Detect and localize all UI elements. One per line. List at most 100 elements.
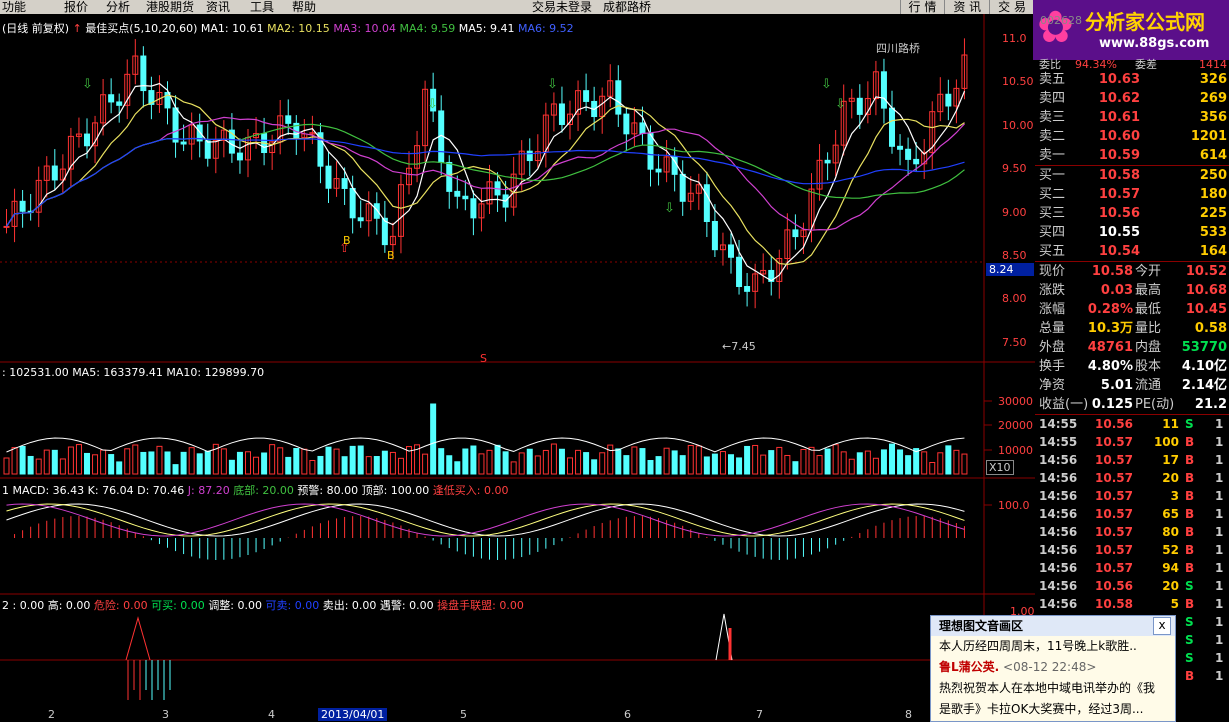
volume-bar xyxy=(558,448,565,475)
volume-bar xyxy=(470,445,477,475)
stat-label: 量比 xyxy=(1135,321,1162,336)
stat-label: 今开 xyxy=(1135,264,1162,279)
volume-bar xyxy=(695,445,702,475)
stat-row: 总量 10.3万 量比 0.58 xyxy=(1035,319,1229,338)
tick-price: 10.57 xyxy=(1095,453,1133,467)
ask-volume: 614 xyxy=(1199,148,1227,163)
volume-bar xyxy=(478,453,485,475)
popup-time: <08-12 22:48> xyxy=(1003,660,1097,674)
close-icon[interactable]: x xyxy=(1153,617,1171,635)
indicator-header: 2 : 0.00 高: 0.00 危险: 0.00 可买: 0.00 调整: 0… xyxy=(2,597,524,613)
volume-bar xyxy=(43,449,50,475)
volume-bar xyxy=(550,443,557,475)
candle-body xyxy=(19,200,26,212)
candle-body xyxy=(357,217,364,222)
overlay-stock-name: 四川路桥 xyxy=(876,42,920,55)
volume-bar xyxy=(51,449,58,475)
volume-bar xyxy=(591,459,598,475)
volume-bar xyxy=(92,454,99,475)
flower-icon: ✿ xyxy=(1037,2,1074,53)
volume-ma-line xyxy=(6,437,965,453)
candle-body xyxy=(897,145,904,150)
buy-mark-1: B xyxy=(343,234,351,247)
candle-body xyxy=(84,133,90,147)
tick-volume: 52 xyxy=(1162,543,1179,557)
volume-bar xyxy=(75,444,82,475)
x-tick-label: 8 xyxy=(905,708,912,721)
volume-bar xyxy=(567,457,573,475)
d-value: D: 70.46 xyxy=(137,484,185,497)
tick-count: 1 xyxy=(1215,435,1224,449)
bid-row: 买一 10.58 250 xyxy=(1035,166,1229,185)
tick-time: 14:56 xyxy=(1039,579,1078,593)
volume-bar xyxy=(848,458,855,475)
tick-time: 14:56 xyxy=(1039,453,1078,467)
candle-body xyxy=(889,107,895,147)
popup-author[interactable]: 鲁L蒲公英. xyxy=(939,660,999,674)
candle-body xyxy=(3,225,10,228)
volume-bar xyxy=(534,455,541,475)
volume-bar xyxy=(711,453,718,475)
popup-line-2[interactable]: 热烈祝贺本人在本地中域电讯举办的《我 xyxy=(931,678,1175,699)
ask-row: 卖一 10.59 614 xyxy=(1035,146,1229,165)
ask-row: 卖三 10.61 356 xyxy=(1035,108,1229,127)
volume-bar xyxy=(422,453,429,475)
tick-row: 14:56 10.57 17 B 1 xyxy=(1035,451,1229,469)
vol-axis-20000: 20000 xyxy=(998,419,1033,432)
volume-bar xyxy=(438,448,445,475)
weibi-value: 94.34% xyxy=(1075,58,1117,71)
ask-row: 卖四 10.62 269 xyxy=(1035,89,1229,108)
stat-label: 涨幅 xyxy=(1039,302,1066,317)
stat-value: 53770 xyxy=(1181,340,1227,355)
price-axis-label: 11.0 xyxy=(1002,32,1027,45)
tick-price: 10.58 xyxy=(1095,597,1133,611)
candle-body xyxy=(905,148,912,160)
tick-row: 14:56 10.58 5 B 1 xyxy=(1035,595,1229,613)
volume-unit: X10 xyxy=(986,460,1014,475)
ma30-line xyxy=(5,123,965,227)
candle-body xyxy=(856,97,863,115)
candle-body xyxy=(454,190,461,197)
candle-body xyxy=(679,173,686,202)
stat-row: 净资 5.01 流通 2.14亿 xyxy=(1035,376,1229,395)
volume-bar xyxy=(172,464,179,475)
stat-value: 0.58 xyxy=(1194,321,1227,336)
ma10-line xyxy=(5,94,965,266)
volume-bar xyxy=(446,455,453,475)
volume-bar xyxy=(301,448,308,475)
volume-bar xyxy=(872,457,879,475)
bid-label: 买四 xyxy=(1039,225,1066,240)
tick-volume: 65 xyxy=(1162,507,1179,521)
tick-time: 14:56 xyxy=(1039,597,1078,611)
volume-bar xyxy=(349,445,356,475)
volume-bar xyxy=(156,445,163,475)
news-popup: 理想图文音画区 x 本人历经四周周末，11号晚上k歌胜.. 鲁L蒲公英. <08… xyxy=(930,615,1176,722)
quote-panel: 委比 94.34% 委差 1414 卖五 10.63 326 卖四 10.62 269 卖三… xyxy=(1035,58,1229,685)
popup-line-1[interactable]: 本人历经四周周末，11号晚上k歌胜.. xyxy=(931,636,1175,657)
tick-side: S xyxy=(1185,651,1194,665)
price-marker: 8.24 xyxy=(986,263,1034,276)
volume-bar xyxy=(454,461,461,475)
bid-label: 买一 xyxy=(1039,168,1066,183)
candle-body xyxy=(180,141,187,145)
volume-header: : 102531.00 MA5: 163379.41 MA10: 129899.… xyxy=(2,366,264,379)
down-arrow-icon: ⇩ xyxy=(427,97,438,112)
ma5-label: MA5: 9.41 xyxy=(458,22,515,35)
tick-price: 10.57 xyxy=(1095,543,1133,557)
candle-body xyxy=(325,165,332,189)
stat-label: 股本 xyxy=(1135,359,1162,374)
candle-body xyxy=(913,158,920,165)
ask-price: 10.62 xyxy=(1098,91,1140,106)
stat-value: 4.10亿 xyxy=(1181,359,1227,374)
volume-bar xyxy=(703,456,710,475)
volume-bar xyxy=(19,445,26,475)
tick-volume: 17 xyxy=(1162,453,1179,467)
volume-bar xyxy=(397,457,404,475)
stat-label: 外盘 xyxy=(1039,340,1066,355)
ask-price: 10.59 xyxy=(1098,148,1140,163)
ask-price: 10.60 xyxy=(1098,129,1140,144)
bid-label: 买二 xyxy=(1039,187,1066,202)
tick-side: B xyxy=(1185,453,1195,467)
popup-line-3[interactable]: 是歌手》卡拉OK大奖赛中，经过3周... xyxy=(931,699,1175,720)
candle-body xyxy=(116,101,123,106)
